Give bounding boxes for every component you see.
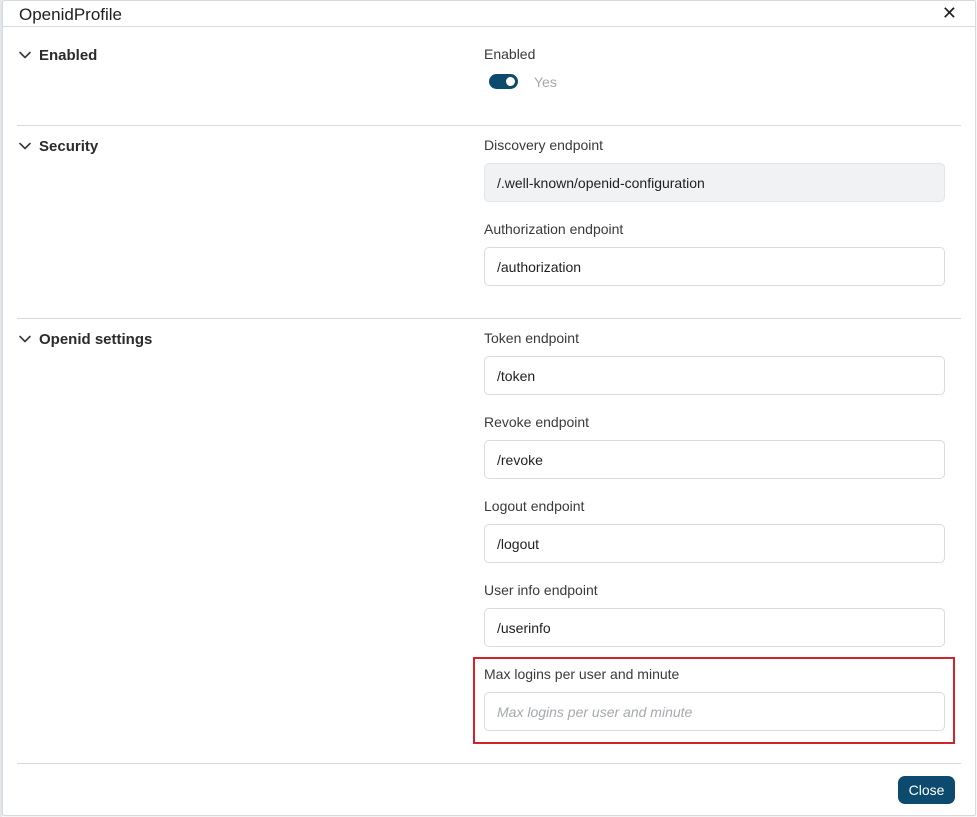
token-endpoint-field[interactable]: [484, 356, 945, 395]
discovery-endpoint-label: Discovery endpoint: [484, 137, 604, 153]
authorization-endpoint-label: Authorization endpoint: [484, 221, 624, 237]
logout-endpoint-label: Logout endpoint: [484, 498, 585, 514]
max-logins-field[interactable]: [484, 692, 945, 731]
max-logins-label: Max logins per user and minute: [484, 666, 680, 682]
chevron-down-icon: [19, 335, 31, 343]
enabled-toggle[interactable]: [489, 74, 518, 89]
chevron-down-icon: [19, 51, 31, 59]
dialog-header: OpenidProfile ✕: [3, 1, 975, 27]
enabled-toggle-text: Yes: [534, 74, 557, 90]
section-openid-settings-title: Openid settings: [39, 330, 153, 348]
chevron-down-icon: [19, 142, 31, 150]
userinfo-endpoint-label: User info endpoint: [484, 582, 598, 598]
openid-profile-dialog: OpenidProfile ✕ Enabled Enabled Yes Secu…: [2, 0, 976, 816]
enabled-toggle-label: Enabled: [484, 46, 536, 62]
section-openid-settings-header[interactable]: Openid settings: [17, 328, 152, 350]
revoke-endpoint-label: Revoke endpoint: [484, 414, 590, 430]
close-button[interactable]: Close: [898, 776, 955, 804]
dialog-footer: Close: [3, 763, 975, 817]
logout-endpoint-field[interactable]: [484, 524, 945, 563]
revoke-endpoint-field[interactable]: [484, 440, 945, 479]
dialog-title: OpenidProfile: [19, 5, 123, 24]
dialog-body: Enabled Enabled Yes Security Discovery e…: [3, 27, 975, 763]
section-enabled-title: Enabled: [39, 46, 98, 64]
footer-divider: [17, 763, 961, 764]
toggle-knob: [506, 77, 515, 86]
close-icon[interactable]: ✕: [942, 3, 957, 23]
discovery-endpoint-field: [484, 163, 945, 202]
authorization-endpoint-field[interactable]: [484, 247, 945, 286]
section-security-title: Security: [39, 137, 99, 155]
section-enabled-header[interactable]: Enabled: [17, 44, 97, 66]
section-divider: [17, 125, 961, 126]
section-security-header[interactable]: Security: [17, 135, 98, 157]
section-divider: [17, 318, 961, 319]
userinfo-endpoint-field[interactable]: [484, 608, 945, 647]
token-endpoint-label: Token endpoint: [484, 330, 579, 346]
